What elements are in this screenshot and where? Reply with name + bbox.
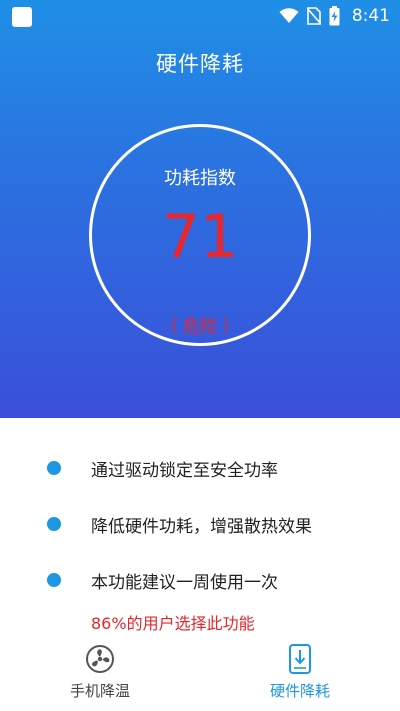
list-item: 本功能建议一周使用一次 [0, 552, 400, 608]
power-gauge: 功耗指数 71 （ 危险 ） [89, 124, 311, 346]
promo-text: 86%的用户选择此功能 [91, 614, 255, 633]
wifi-icon [279, 8, 299, 23]
nav-item-phone-cooling[interactable]: 手机降温 [35, 644, 165, 704]
list-item: 降低硬件功耗，增强散热效果 [0, 496, 400, 552]
status-time: 8:41 [351, 6, 390, 26]
page-title: 硬件降耗 [156, 52, 244, 76]
gauge-status: （ 危险 ） [160, 317, 240, 337]
nav-label: 手机降温 [69, 682, 130, 700]
battery-charging-icon [329, 6, 340, 26]
phone-download-icon [289, 644, 311, 674]
bottom-nav: 手机降温 硬件降耗 [0, 640, 400, 711]
nav-item-hardware-power-saving[interactable]: 硬件降耗 [235, 644, 365, 704]
notification-icon [12, 7, 32, 27]
feature-text: 降低硬件功耗，增强散热效果 [91, 516, 312, 537]
bullet-dot-icon [47, 573, 61, 587]
no-sim-icon [306, 7, 321, 25]
nav-label: 硬件降耗 [269, 682, 330, 700]
bullet-dot-icon [47, 461, 61, 475]
fan-icon [86, 645, 114, 673]
status-bar: 8:41 [0, 0, 400, 32]
list-item: 通过驱动锁定至安全功率 [0, 440, 400, 496]
status-icons: 8:41 [279, 5, 390, 27]
feature-list: 通过驱动锁定至安全功率 降低硬件功耗，增强散热效果 本功能建议一周使用一次 [0, 440, 400, 608]
feature-text: 本功能建议一周使用一次 [91, 572, 278, 593]
bullet-dot-icon [47, 517, 61, 531]
gauge-value: 71 [161, 202, 239, 272]
feature-text: 通过驱动锁定至安全功率 [91, 460, 278, 481]
gauge-label: 功耗指数 [164, 168, 236, 189]
